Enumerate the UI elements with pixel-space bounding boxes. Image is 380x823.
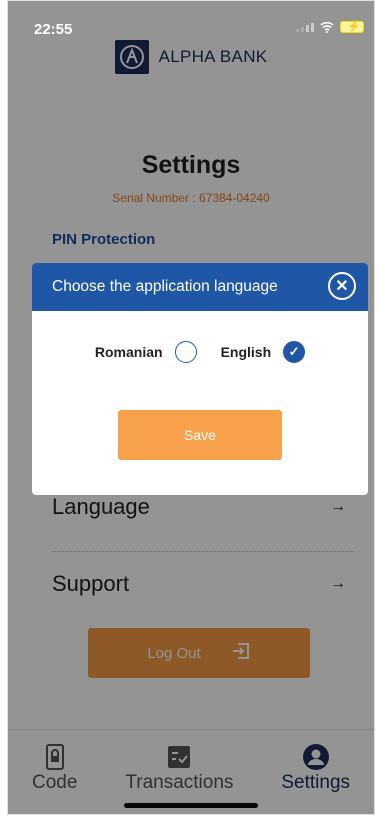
save-button[interactable]: Save (118, 410, 282, 460)
option-romanian[interactable]: Romanian (95, 341, 197, 363)
language-options: Romanian English ✓ (32, 341, 368, 363)
dialog-header: Choose the application language ✕ (32, 263, 368, 311)
option-english-label: English (220, 344, 272, 360)
wifi-icon (320, 21, 334, 33)
status-icons: ⚡ (296, 21, 364, 33)
status-bar: 22:55 ⚡ (8, 1, 374, 41)
dialog-title: Choose the application language (52, 278, 278, 295)
status-time: 22:55 (34, 21, 73, 38)
option-romanian-label: Romanian (94, 344, 163, 360)
battery-charging-icon: ⚡ (340, 21, 364, 33)
signal-icon (296, 22, 314, 32)
close-icon[interactable]: ✕ (328, 272, 356, 300)
radio-english-checkmark-icon[interactable]: ✓ (283, 341, 306, 363)
radio-romanian[interactable] (174, 341, 197, 363)
option-english[interactable]: English ✓ (221, 341, 306, 363)
language-dialog: Choose the application language ✕ Romani… (32, 263, 368, 495)
app-screen: ALPHA BANK Settings Serial Number : 6738… (7, 0, 375, 815)
